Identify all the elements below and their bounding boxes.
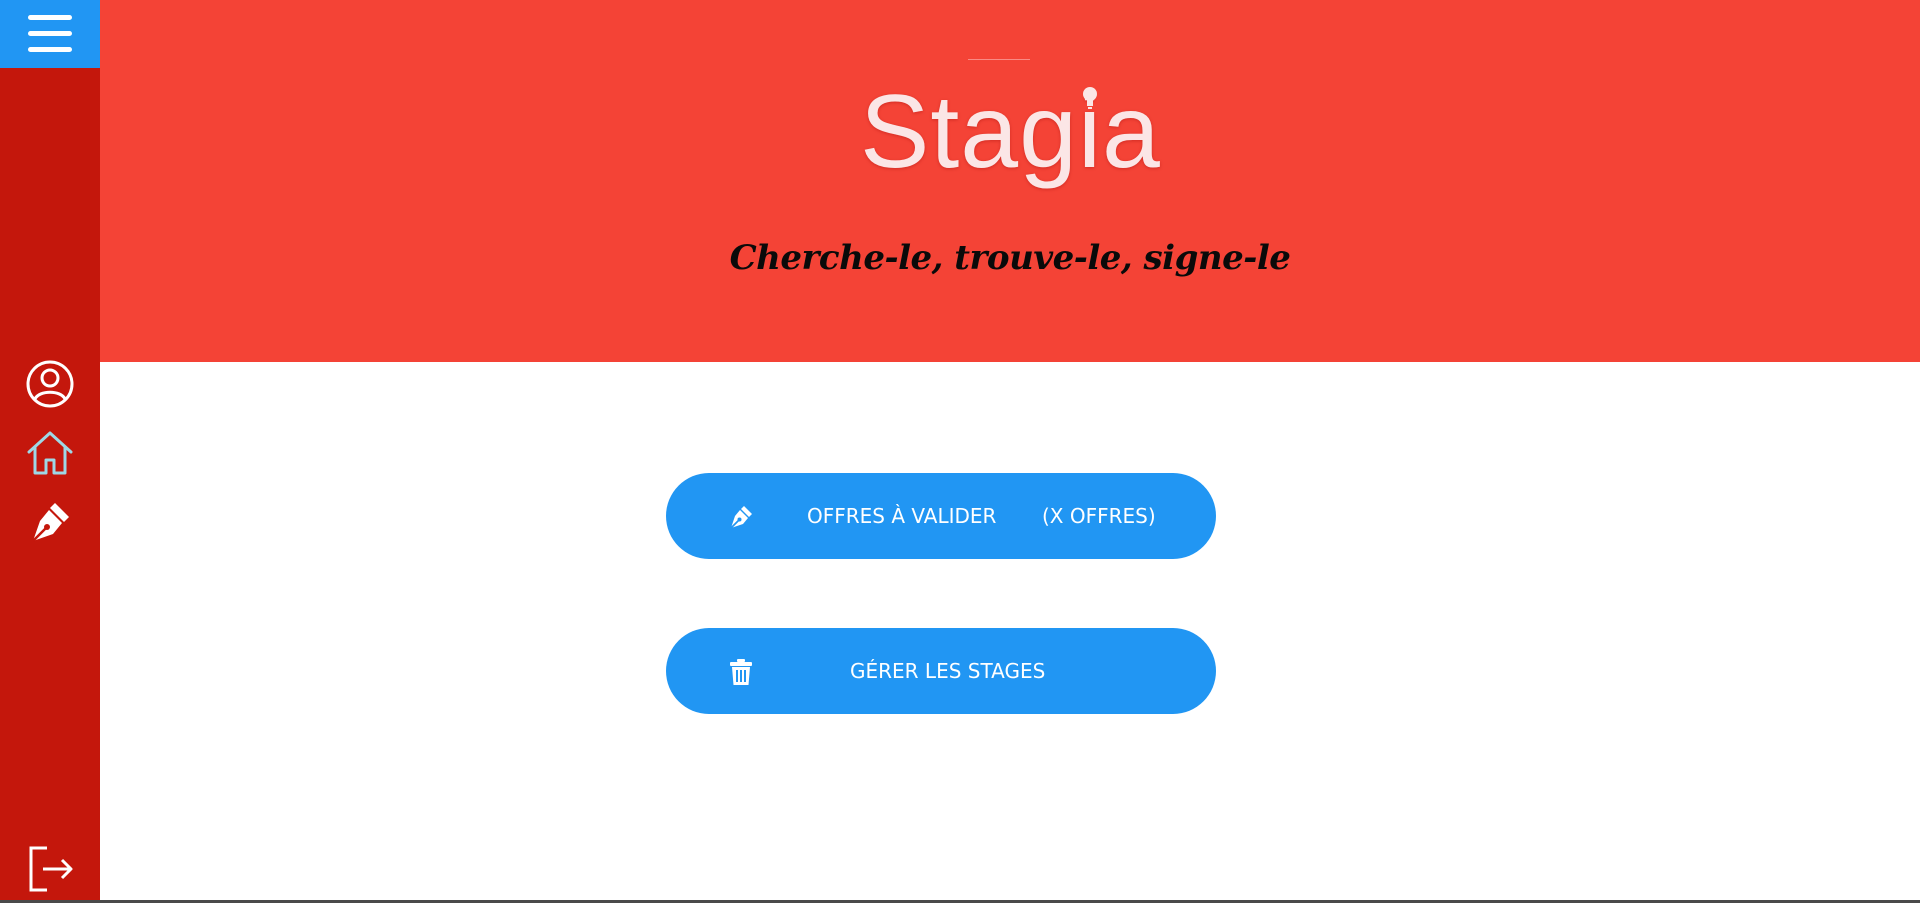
- trash-icon: [728, 658, 754, 686]
- brand-name: Stagia: [860, 74, 1161, 190]
- offers-count-label: (X OFFRES): [1042, 504, 1156, 528]
- manage-internships-label: GÉRER LES STAGES: [850, 659, 1046, 683]
- logo-divider: [968, 59, 1030, 60]
- offers-nav-button[interactable]: [25, 497, 75, 547]
- logout-icon: [29, 846, 73, 892]
- manage-internships-button[interactable]: GÉRER LES STAGES: [666, 628, 1216, 714]
- menu-toggle-button[interactable]: [0, 0, 100, 68]
- offers-to-validate-label: OFFRES À VALIDER: [807, 504, 997, 528]
- menu-icon-bar: [28, 31, 72, 36]
- profile-button[interactable]: [25, 359, 75, 409]
- home-button[interactable]: [25, 428, 75, 478]
- pen-icon: [32, 503, 69, 542]
- home-icon: [27, 431, 73, 475]
- menu-icon: [28, 15, 72, 20]
- pen-icon: [728, 503, 754, 531]
- offers-to-validate-button[interactable]: OFFRES À VALIDER (X OFFRES): [666, 473, 1216, 559]
- header-banner: Stagia Cherche-le, trouve-le, signe-le: [100, 0, 1920, 362]
- lightbulb-icon: [1083, 87, 1097, 109]
- sidebar: [0, 0, 100, 900]
- user-icon: [26, 360, 74, 408]
- brand-logo: Stagia: [860, 60, 1160, 220]
- menu-icon-bar: [28, 47, 72, 52]
- tagline: Cherche-le, trouve-le, signe-le: [729, 238, 1291, 278]
- app: Stagia Cherche-le, trouve-le, signe-le O…: [0, 0, 1920, 903]
- logout-button[interactable]: [25, 844, 75, 894]
